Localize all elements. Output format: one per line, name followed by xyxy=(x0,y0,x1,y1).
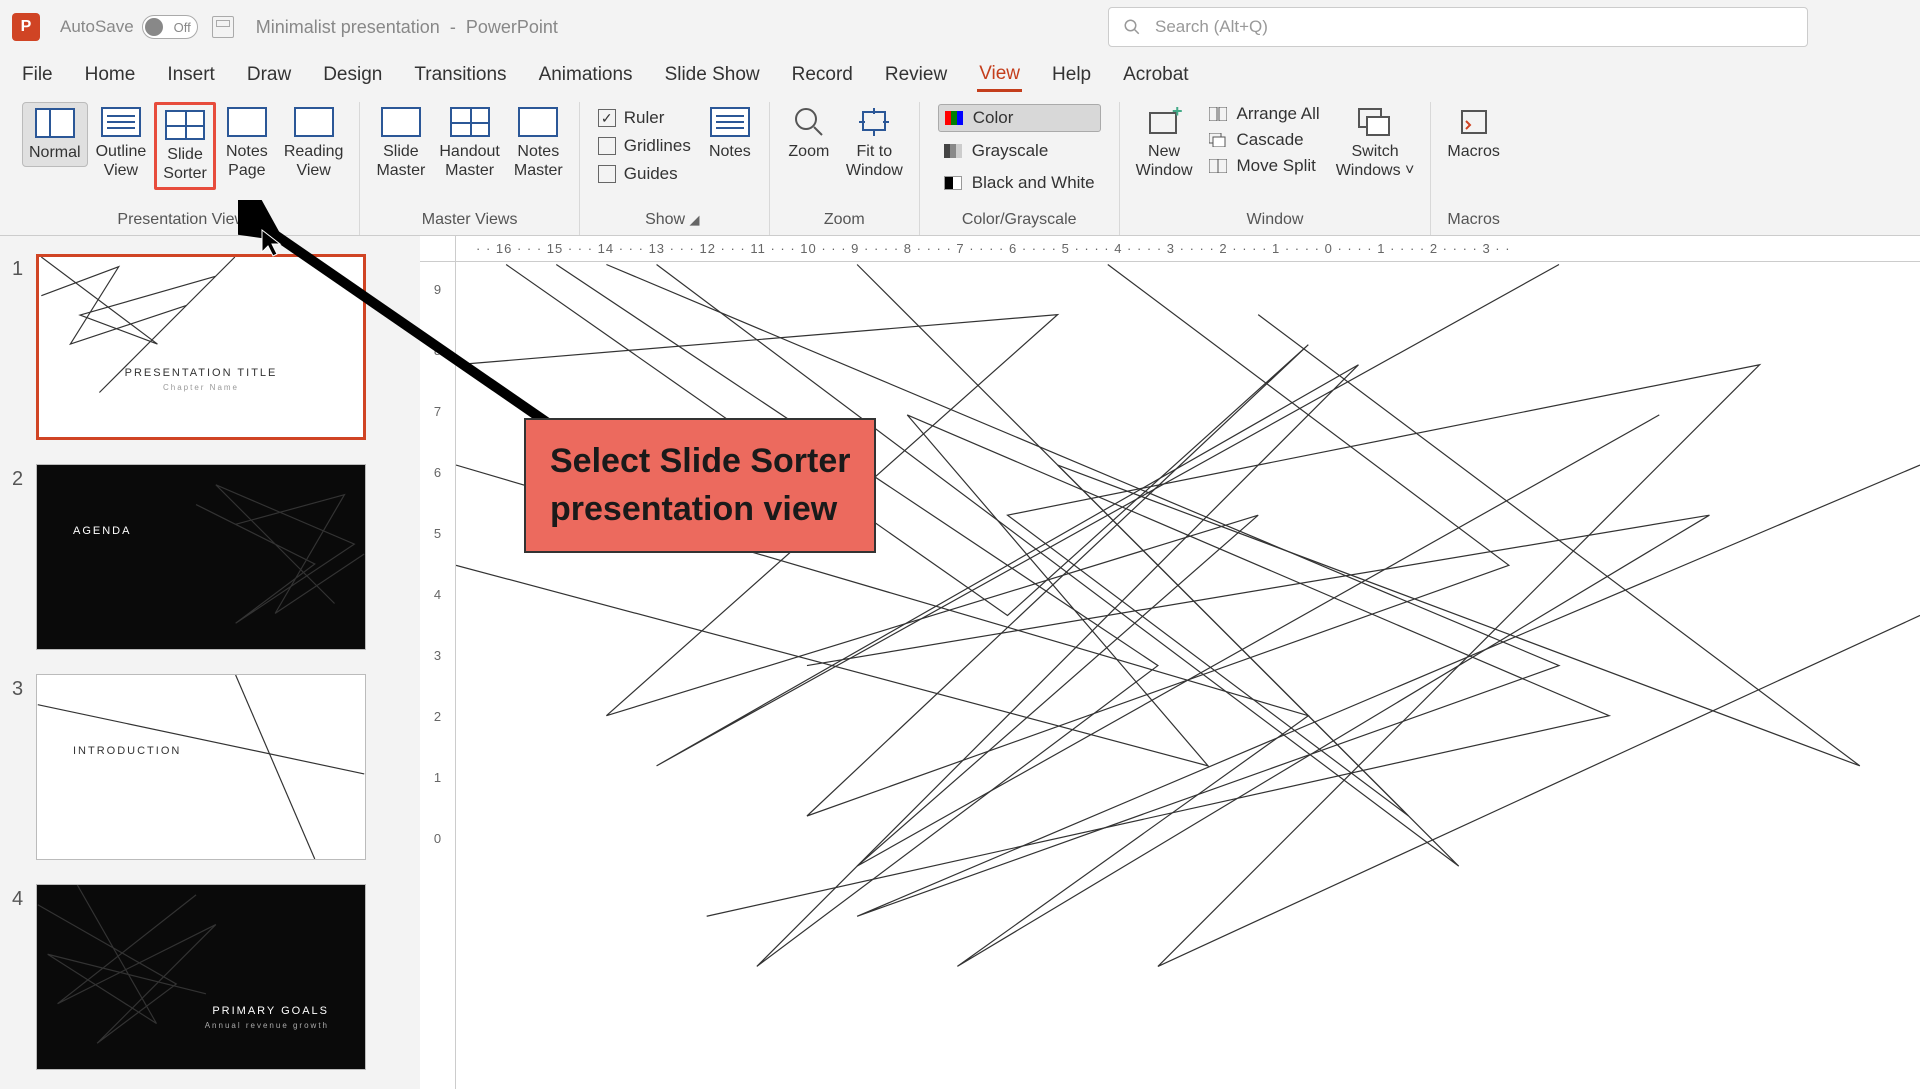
tab-animations[interactable]: Animations xyxy=(537,60,635,90)
notes-page-button[interactable]: NotesPage xyxy=(218,102,276,184)
guides-checkbox[interactable]: Guides xyxy=(598,164,691,184)
notes-button[interactable]: Notes xyxy=(701,102,759,165)
canvas-area: · · 16 · · · 15 · · · 14 · · · 13 · · · … xyxy=(420,236,1920,1080)
fit-window-icon xyxy=(857,108,891,136)
outline-icon xyxy=(101,107,141,137)
macros-button[interactable]: Macros xyxy=(1441,102,1505,165)
slide-master-icon xyxy=(381,107,421,137)
switch-windows-icon xyxy=(1357,107,1393,137)
new-window-button[interactable]: +NewWindow xyxy=(1130,102,1199,184)
vertical-ruler: 9876543210 xyxy=(420,262,456,1089)
arrange-all-button[interactable]: Arrange All xyxy=(1209,104,1320,124)
normal-button[interactable]: Normal xyxy=(22,102,88,167)
color-button[interactable]: Color xyxy=(938,104,1101,132)
tab-help[interactable]: Help xyxy=(1050,60,1093,90)
slide-sorter-icon xyxy=(165,110,205,140)
group-zoom: Zoom Fit toWindow Zoom xyxy=(770,102,920,235)
checkbox-icon xyxy=(598,165,616,183)
cursor-icon xyxy=(260,228,290,258)
handout-master-button[interactable]: HandoutMaster xyxy=(433,102,506,184)
document-title: Minimalist presentation - PowerPoint xyxy=(256,17,558,38)
slide-thumbnail-1[interactable]: 1 PRESENTATION TITLE Chapter Name xyxy=(12,254,392,440)
notes-master-button[interactable]: NotesMaster xyxy=(508,102,569,184)
tab-slideshow[interactable]: Slide Show xyxy=(663,60,762,90)
ruler-checkbox[interactable]: Ruler xyxy=(598,108,691,128)
group-macros: Macros Macros xyxy=(1431,102,1515,235)
app-icon: P xyxy=(12,13,40,41)
switch-windows-button[interactable]: SwitchWindows ˅ xyxy=(1330,102,1421,184)
notes-master-icon xyxy=(518,107,558,137)
tab-home[interactable]: Home xyxy=(83,60,138,90)
tab-file[interactable]: File xyxy=(20,60,55,90)
outline-view-button[interactable]: OutlineView xyxy=(90,102,153,184)
save-icon[interactable] xyxy=(212,16,234,38)
reading-icon xyxy=(294,107,334,137)
checkbox-icon xyxy=(598,109,616,127)
black-white-button[interactable]: Black and White xyxy=(938,170,1101,196)
slide-thumbnail-2[interactable]: 2 AGENDA xyxy=(12,464,392,650)
move-split-button[interactable]: Move Split xyxy=(1209,156,1320,176)
bw-icon xyxy=(944,176,962,190)
notes-page-icon xyxy=(227,107,267,137)
notes-icon xyxy=(710,107,750,137)
tab-transitions[interactable]: Transitions xyxy=(412,60,508,90)
tab-record[interactable]: Record xyxy=(790,60,855,90)
fit-window-button[interactable]: Fit toWindow xyxy=(840,102,909,184)
arrange-icon xyxy=(1209,107,1227,121)
slide-canvas[interactable] xyxy=(456,262,1920,1089)
main-area: 1 PRESENTATION TITLE Chapter Name 2 AGEN… xyxy=(0,236,1920,1080)
handout-master-icon xyxy=(450,107,490,137)
slide-thumbnail-3[interactable]: 3 INTRODUCTION xyxy=(12,674,392,860)
cascade-icon xyxy=(1209,133,1227,147)
horizontal-ruler: · · 16 · · · 15 · · · 14 · · · 13 · · · … xyxy=(456,236,1920,262)
slide-master-button[interactable]: SlideMaster xyxy=(370,102,431,184)
slide-thumbnail-4[interactable]: 4 PRIMARY GOALS Annual revenue growth xyxy=(12,884,392,1070)
grayscale-icon xyxy=(944,144,962,158)
macros-icon xyxy=(1456,107,1492,137)
color-icon xyxy=(945,111,963,125)
tab-review[interactable]: Review xyxy=(883,60,949,90)
tab-view[interactable]: View xyxy=(977,59,1022,92)
gridlines-checkbox[interactable]: Gridlines xyxy=(598,136,691,156)
autosave-toggle[interactable]: Off xyxy=(142,15,198,39)
cascade-button[interactable]: Cascade xyxy=(1209,130,1320,150)
zoom-icon xyxy=(792,105,826,139)
slide-thumbnail-panel[interactable]: 1 PRESENTATION TITLE Chapter Name 2 AGEN… xyxy=(0,236,420,1080)
normal-icon xyxy=(35,108,75,138)
tab-insert[interactable]: Insert xyxy=(165,60,217,90)
autosave-label: AutoSave xyxy=(60,17,134,37)
checkbox-icon xyxy=(598,137,616,155)
reading-view-button[interactable]: ReadingView xyxy=(278,102,350,184)
annotation-callout: Select Slide Sorter presentation view xyxy=(524,418,876,553)
tab-draw[interactable]: Draw xyxy=(245,60,293,90)
split-icon xyxy=(1209,159,1227,173)
group-show: Ruler Gridlines Guides Notes Show ◢ xyxy=(580,102,770,235)
tab-acrobat[interactable]: Acrobat xyxy=(1121,60,1190,90)
group-master-views: SlideMaster HandoutMaster NotesMaster Ma… xyxy=(360,102,579,235)
zoom-button[interactable]: Zoom xyxy=(780,102,838,165)
title-bar: P AutoSave Off Minimalist presentation -… xyxy=(0,0,1920,54)
ribbon: Normal OutlineView SlideSorter NotesPage… xyxy=(0,96,1920,236)
tab-design[interactable]: Design xyxy=(321,60,384,90)
grayscale-button[interactable]: Grayscale xyxy=(938,138,1101,164)
slide-content xyxy=(456,262,1920,1089)
show-launcher[interactable]: ◢ xyxy=(690,212,704,227)
slide-sorter-button[interactable]: SlideSorter xyxy=(154,102,216,190)
search-input[interactable]: Search (Alt+Q) xyxy=(1108,7,1808,47)
search-icon xyxy=(1123,18,1141,36)
group-presentation-views: Normal OutlineView SlideSorter NotesPage… xyxy=(12,102,360,235)
ribbon-tabs: File Home Insert Draw Design Transitions… xyxy=(0,54,1920,96)
svg-text:+: + xyxy=(1172,107,1182,121)
group-window: +NewWindow Arrange All Cascade Move Spli… xyxy=(1120,102,1432,235)
group-color-grayscale: Color Grayscale Black and White Color/Gr… xyxy=(920,102,1120,235)
new-window-icon: + xyxy=(1146,107,1182,137)
